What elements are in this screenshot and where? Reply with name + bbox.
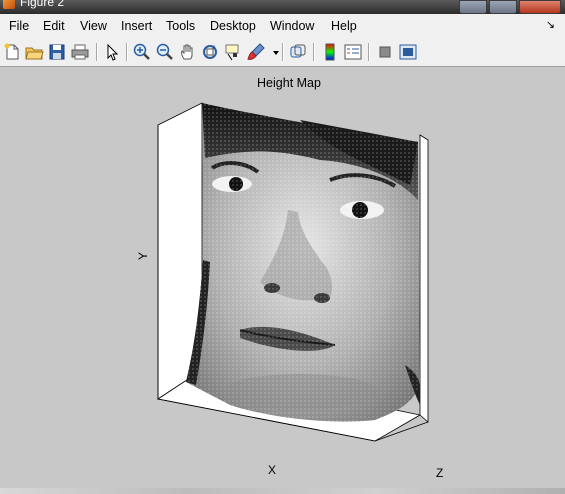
desktop-strip [0,488,565,494]
axes-3d[interactable] [0,0,565,494]
y-axis-label: Y [136,251,150,260]
height-map-surface [186,103,420,422]
z-axis-label: Z [436,466,444,480]
x-axis-label: X [268,463,277,477]
